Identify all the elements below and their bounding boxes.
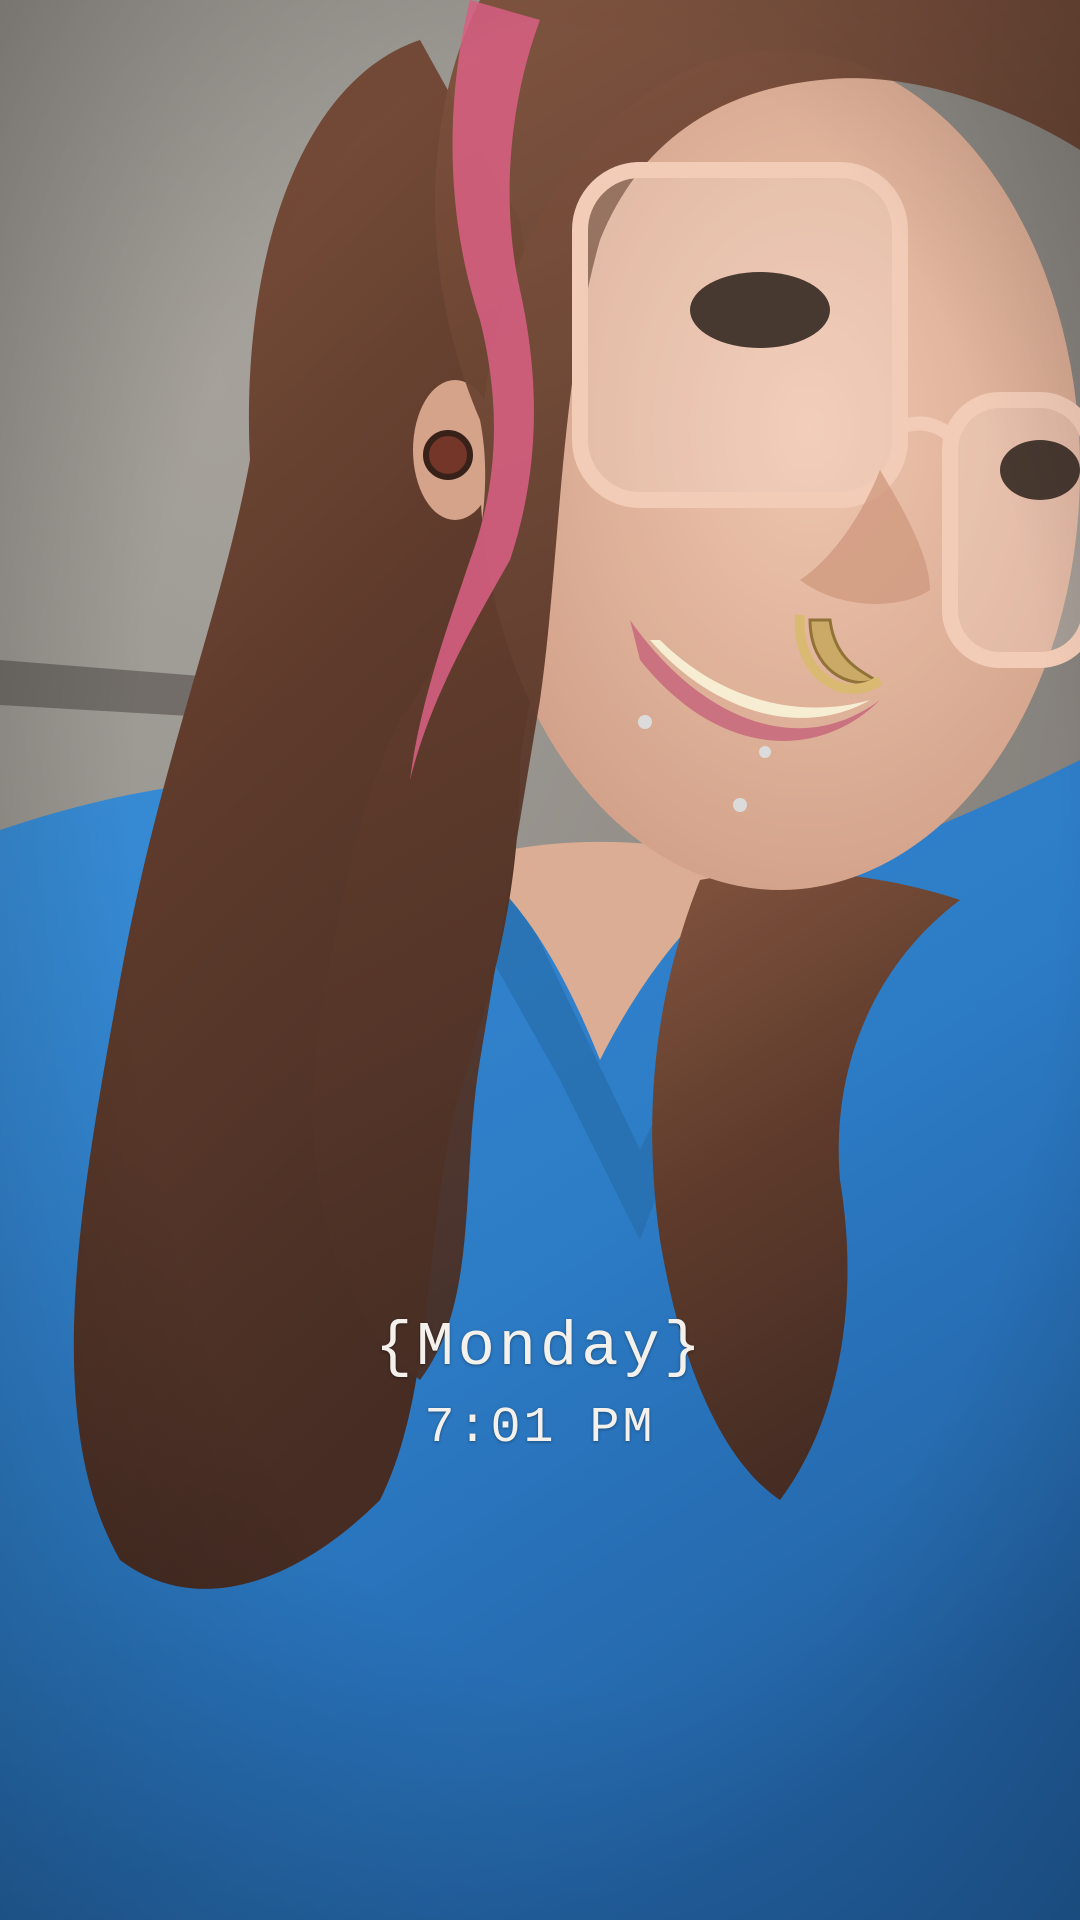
ear-gauge [423, 430, 473, 480]
story-screen: {Monday} 7:01 PM [0, 0, 1080, 1920]
day-label: {Monday} [375, 1312, 705, 1383]
glasses-lens-right [942, 392, 1080, 668]
right-eye [1000, 440, 1080, 500]
lip-piercing-bottom [733, 798, 747, 812]
left-eye [690, 272, 830, 348]
time-sticker[interactable]: {Monday} 7:01 PM [0, 1305, 1080, 1461]
selfie-photo [0, 0, 1080, 1920]
lip-piercing-left [638, 715, 652, 729]
time-label: 7:01 PM [424, 1400, 656, 1457]
lip-piercing-center [759, 746, 771, 758]
